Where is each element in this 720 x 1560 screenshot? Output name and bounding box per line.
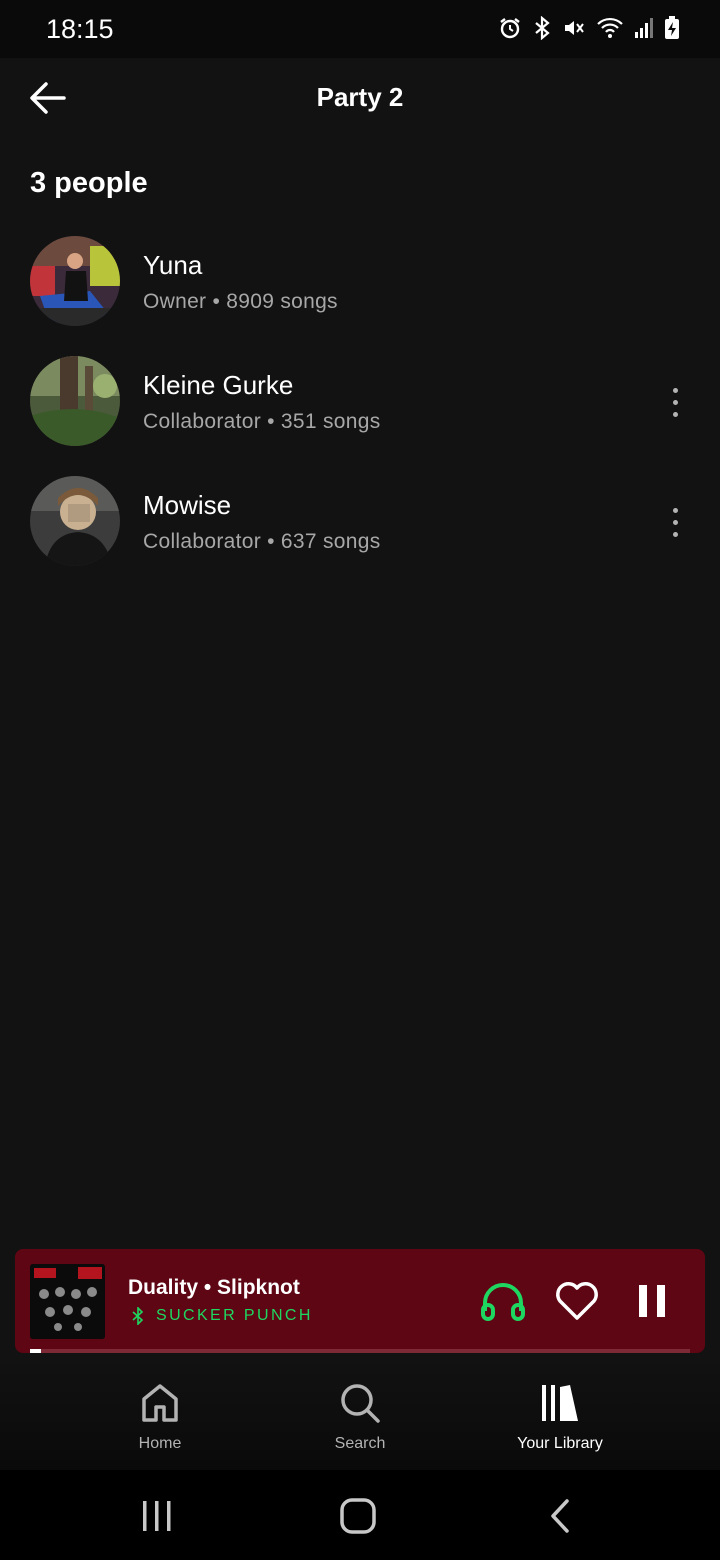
more-dot [672,519,678,525]
nav-label: Home [138,1435,182,1452]
more-options-button[interactable] [655,500,695,544]
recents-button[interactable] [127,1496,187,1536]
member-row[interactable]: Yuna Owner • 8909 songs [0,236,720,356]
avatar [30,356,120,446]
track-title: Duality • Slipknot [128,1276,300,1299]
battery-charging-icon [664,15,680,45]
heart-icon [556,1282,598,1320]
mini-player[interactable]: Duality • Slipknot SUCKER PUNCH [15,1249,705,1353]
connected-device[interactable]: SUCKER PUNCH [132,1307,313,1325]
avatar [30,236,120,326]
status-icons [498,14,680,46]
more-dot [672,387,678,393]
album-cover [30,1264,105,1339]
header: Party 2 [0,58,720,138]
listening-device-button[interactable] [479,1277,527,1325]
system-nav [0,1470,720,1560]
more-dot [672,507,678,513]
back-system-button[interactable] [530,1496,590,1536]
member-meta: Owner • 8909 songs [143,290,338,313]
like-button[interactable] [553,1277,601,1325]
pause-button[interactable] [628,1277,676,1325]
alarm-icon [498,16,522,45]
back-chevron-icon [551,1499,569,1533]
home-icon [142,1384,178,1422]
headphones-icon [481,1283,525,1321]
more-dot [672,531,678,537]
member-row[interactable]: Mowise Collaborator • 637 songs [0,476,720,596]
progress-bar[interactable] [30,1349,690,1353]
recents-icon [143,1501,171,1531]
member-row[interactable]: Kleine Gurke Collaborator • 351 songs [0,356,720,476]
progress-fill [30,1349,42,1353]
people-count: 3 people [30,167,148,199]
avatar [30,476,120,566]
member-name: Yuna [143,250,203,280]
status-bar: 18:15 [0,0,720,58]
bluetooth-icon [532,15,552,45]
device-name: SUCKER PUNCH [156,1307,313,1324]
more-dot [672,411,678,417]
page-title: Party 2 [316,82,404,112]
status-time: 18:15 [46,14,114,44]
nav-search[interactable]: Search [280,1381,440,1461]
nav-label: Your Library [517,1435,603,1452]
pause-icon [639,1285,665,1317]
home-circle-icon [340,1498,376,1534]
nav-label: Search [334,1435,386,1452]
member-list: Yuna Owner • 8909 songs Kleine Gurke Col… [0,236,720,596]
nav-home[interactable]: Home [80,1381,240,1461]
bottom-nav: Home Search Your Library [0,1355,720,1470]
member-meta: Collaborator • 637 songs [143,530,381,553]
wifi-icon [596,16,624,45]
member-name: Kleine Gurke [143,370,294,400]
member-name: Mowise [143,490,232,520]
more-options-button[interactable] [655,380,695,424]
signal-icon [634,16,654,45]
library-icon [542,1385,578,1421]
more-dot [672,399,678,405]
bluetooth-icon [132,1307,144,1325]
nav-your-library[interactable]: Your Library [480,1381,640,1461]
member-meta: Collaborator • 351 songs [143,410,381,433]
search-icon [341,1384,380,1423]
home-system-button[interactable] [328,1496,388,1536]
mute-icon [562,16,586,45]
